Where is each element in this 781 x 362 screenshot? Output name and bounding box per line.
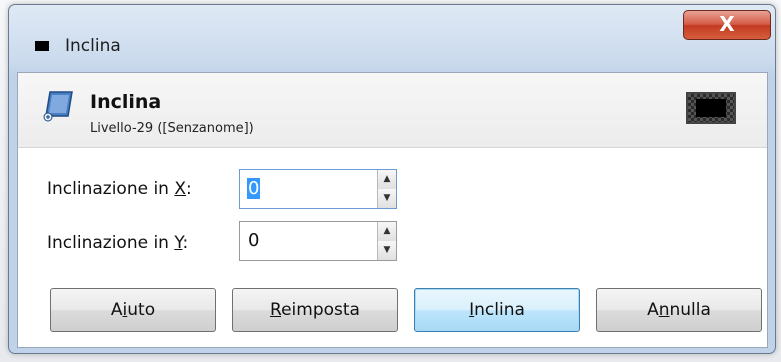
help-button[interactable]: Aiuto	[50, 288, 216, 332]
arrow-down-icon: ▼	[383, 245, 391, 255]
window-icon	[35, 41, 49, 51]
dialog-content: Inclina Livello-29 ([Senzanome]) Inclina…	[17, 72, 768, 348]
shear-y-label: Inclinazione in Y:	[47, 233, 189, 253]
title-bar[interactable]: Inclina X	[9, 5, 775, 71]
shear-apply-button[interactable]: Inclina	[414, 288, 580, 332]
layer-preview-thumbnail	[686, 92, 736, 124]
arrow-up-icon: ▲	[383, 174, 391, 184]
shear-y-stepper: ▲ ▼	[377, 222, 396, 260]
shear-y-input[interactable]: 0	[247, 230, 260, 251]
reset-button[interactable]: Reimposta	[232, 288, 398, 332]
shear-x-stepper: ▲ ▼	[377, 170, 396, 208]
arrow-down-icon: ▼	[383, 193, 391, 203]
shear-x-spinbox[interactable]: 0 ▲ ▼	[239, 169, 397, 209]
cancel-button[interactable]: Annulla	[596, 288, 762, 332]
arrow-up-icon: ▲	[383, 226, 391, 236]
shear-x-decrement-button[interactable]: ▼	[378, 189, 396, 208]
dialog-heading: Inclina	[90, 91, 162, 113]
close-icon: X	[719, 12, 735, 36]
dialog-window: Inclina X Inclina Livello-29 ([Senzanome…	[8, 4, 776, 354]
shear-y-decrement-button[interactable]: ▼	[378, 241, 396, 260]
layer-preview-content	[696, 99, 726, 117]
shear-tool-icon	[43, 91, 73, 122]
shear-y-spinbox[interactable]: 0 ▲ ▼	[239, 221, 397, 261]
shear-x-increment-button[interactable]: ▲	[378, 170, 396, 190]
shear-y-increment-button[interactable]: ▲	[378, 222, 396, 242]
layer-name: Livello-29 ([Senzanome])	[90, 121, 254, 136]
window-title: Inclina	[65, 36, 121, 56]
shear-x-label: Inclinazione in X:	[47, 179, 192, 199]
close-button[interactable]: X	[683, 10, 771, 40]
shear-x-input[interactable]: 0	[247, 178, 261, 199]
dialog-header: Inclina Livello-29 ([Senzanome])	[18, 73, 767, 148]
